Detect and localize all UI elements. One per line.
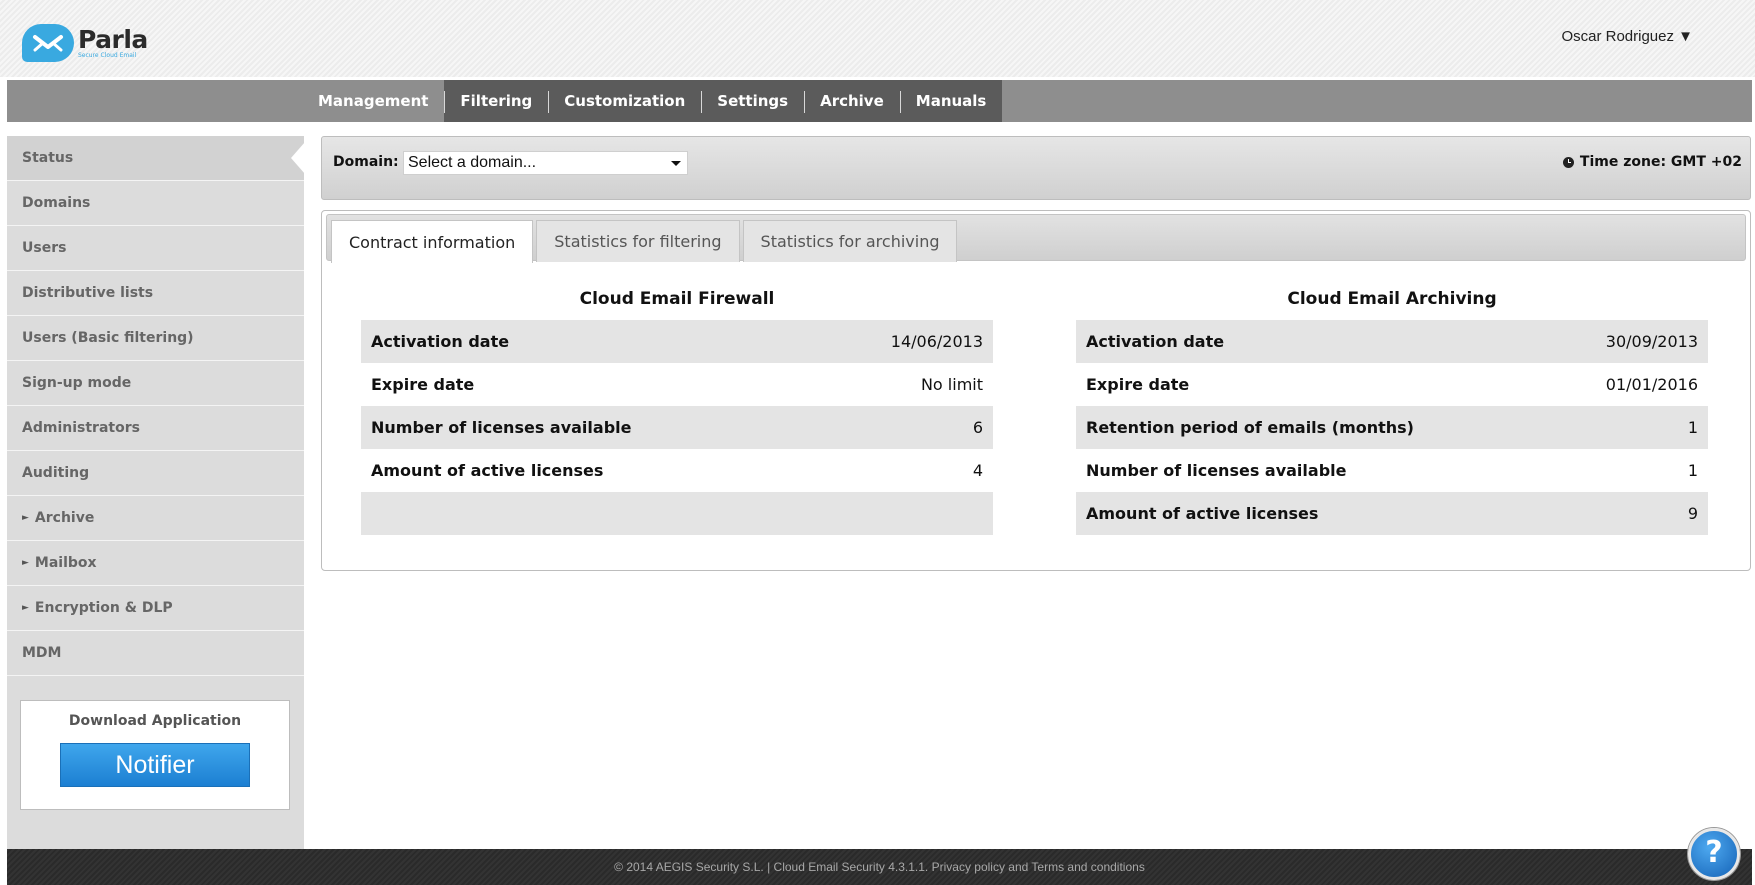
row-value: 6 (972, 418, 983, 437)
footer-text[interactable]: © 2014 AEGIS Security S.L. | Cloud Email… (614, 860, 1145, 874)
table-row: Amount of active licenses 4 (361, 449, 993, 492)
row-label: Expire date (1086, 375, 1190, 394)
caret-down-icon (671, 161, 681, 166)
sidebar-item-label: MDM (22, 645, 62, 661)
clock-icon (1562, 156, 1574, 168)
domain-bar: Domain: Select a domain... Time zone: GM… (321, 136, 1751, 200)
brand-tagline: Secure Cloud Email (78, 52, 137, 59)
expand-arrow-icon: ► (22, 513, 29, 523)
sidebar-item-sign-up-mode[interactable]: Sign-up mode (7, 361, 304, 406)
table-row: Expire date 01/01/2016 (1076, 363, 1708, 406)
timezone-label: Time zone: GMT +02 (1579, 154, 1742, 170)
domain-label: Domain: (333, 154, 399, 170)
domain-select[interactable]: Select a domain... (403, 151, 688, 175)
envelope-logo-icon (22, 24, 74, 62)
sidebar-item-mailbox[interactable]: ► Mailbox (7, 541, 304, 586)
row-label: Number of licenses available (1086, 461, 1347, 480)
download-application-box: Download Application Notifier (20, 700, 290, 810)
table-row: Number of licenses available 6 (361, 406, 993, 449)
row-value: 4 (972, 461, 983, 480)
main-nav-tabs: Management Filtering Customization Setti… (302, 80, 1003, 122)
sidebar-item-label: Mailbox (34, 555, 97, 571)
firewall-title: Cloud Email Firewall (579, 289, 775, 309)
help-icon[interactable]: ? (1688, 828, 1740, 880)
table-row: Activation date 14/06/2013 (361, 320, 993, 363)
sidebar-item-users[interactable]: Users (7, 226, 304, 271)
sidebar-item-label: Auditing (22, 465, 90, 481)
sidebar-item-archive[interactable]: ► Archive (7, 496, 304, 541)
sidebar-item-mdm[interactable]: MDM (7, 631, 304, 676)
sidebar-item-label: Encryption & DLP (34, 600, 173, 616)
row-label: Activation date (371, 332, 510, 351)
sidebar-item-distributive-lists[interactable]: Distributive lists (7, 271, 304, 316)
nav-tab-archive[interactable]: Archive (804, 80, 900, 122)
archiving-title: Cloud Email Archiving (1287, 289, 1497, 309)
domain-select-value: Select a domain... (408, 154, 537, 171)
row-label: Number of licenses available (371, 418, 632, 437)
row-value: 9 (1687, 504, 1698, 523)
sidebar: Status Domains Users Distributive lists … (7, 136, 305, 849)
table-row: Amount of active licenses 9 (1076, 492, 1708, 535)
user-menu[interactable]: Oscar Rodriguez ▼ (1561, 28, 1693, 45)
expand-arrow-icon: ► (22, 603, 29, 613)
expand-arrow-icon: ► (22, 558, 29, 568)
sidebar-item-label: Users (Basic filtering) (22, 330, 194, 346)
notifier-download-button[interactable]: Notifier (60, 743, 250, 787)
sidebar-item-label: Administrators (22, 420, 140, 436)
row-value: 1 (1687, 418, 1698, 437)
content-panel: Contract information Statistics for filt… (321, 210, 1751, 571)
nav-tab-manuals[interactable]: Manuals (899, 80, 1003, 122)
sidebar-item-label: Users (22, 240, 67, 256)
row-label: Retention period of emails (months) (1086, 418, 1414, 437)
table-row-empty (361, 492, 993, 535)
download-title: Download Application (68, 713, 242, 729)
row-label: Amount of active licenses (371, 461, 604, 480)
tab-contract-information[interactable]: Contract information (331, 220, 534, 263)
row-value: 30/09/2013 (1605, 332, 1698, 351)
timezone-display: Time zone: GMT +02 (1562, 154, 1742, 170)
row-value: 1 (1687, 461, 1698, 480)
nav-tab-management[interactable]: Management (302, 80, 445, 122)
nav-tab-customization[interactable]: Customization (548, 80, 701, 122)
table-row: Expire date No limit (361, 363, 993, 406)
sidebar-item-label: Archive (34, 510, 95, 526)
row-value: No limit (920, 375, 983, 394)
row-label: Amount of active licenses (1086, 504, 1319, 523)
sidebar-item-encryption-dlp[interactable]: ► Encryption & DLP (7, 586, 304, 631)
table-row: Number of licenses available 1 (1076, 449, 1708, 492)
brand-name: Parla (78, 25, 148, 54)
row-label: Activation date (1086, 332, 1225, 351)
sidebar-item-administrators[interactable]: Administrators (7, 406, 304, 451)
header: Parla Secure Cloud Email Oscar Rodriguez… (0, 0, 1755, 77)
sidebar-item-label: Distributive lists (22, 285, 154, 301)
row-value: 14/06/2013 (890, 332, 983, 351)
sidebar-item-auditing[interactable]: Auditing (7, 451, 304, 496)
content-tabstrip: Contract information Statistics for filt… (326, 214, 1746, 263)
row-value: 01/01/2016 (1605, 375, 1698, 394)
sidebar-item-users-basic-filtering[interactable]: Users (Basic filtering) (7, 316, 304, 361)
firewall-section: Cloud Email Firewall Activation date 14/… (361, 286, 993, 535)
sidebar-item-label: Domains (22, 195, 91, 211)
archiving-section: Cloud Email Archiving Activation date 30… (1076, 286, 1708, 535)
sidebar-item-domains[interactable]: Domains (7, 181, 304, 226)
table-row: Activation date 30/09/2013 (1076, 320, 1708, 363)
nav-tab-filtering[interactable]: Filtering (444, 80, 548, 122)
main-navbar: Management Filtering Customization Setti… (7, 80, 1752, 122)
tab-statistics-filtering[interactable]: Statistics for filtering (536, 220, 740, 262)
sidebar-item-label: Status (22, 150, 74, 166)
tab-statistics-archiving[interactable]: Statistics for archiving (742, 220, 958, 262)
logo[interactable]: Parla Secure Cloud Email (22, 20, 148, 66)
footer: © 2014 AEGIS Security S.L. | Cloud Email… (7, 849, 1752, 885)
row-label: Expire date (371, 375, 475, 394)
sidebar-item-label: Sign-up mode (22, 375, 132, 391)
sidebar-item-status[interactable]: Status (7, 136, 305, 181)
table-row: Retention period of emails (months) 1 (1076, 406, 1708, 449)
nav-tab-settings[interactable]: Settings (701, 80, 804, 122)
